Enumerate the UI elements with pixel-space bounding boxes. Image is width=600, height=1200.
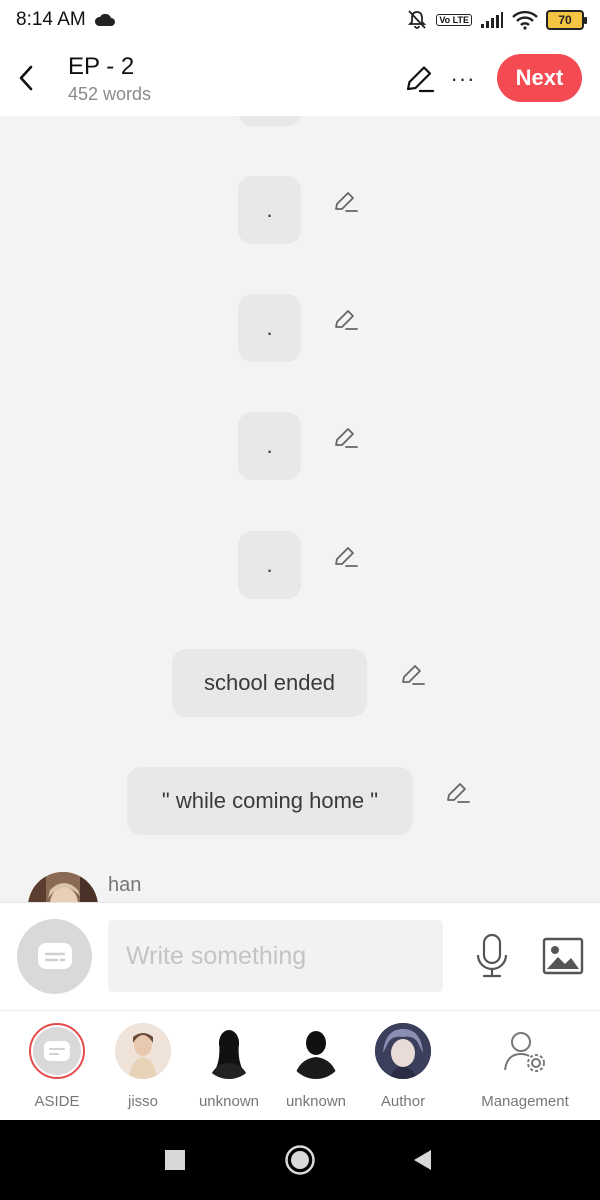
battery-icon: 70 [546,10,587,30]
chat-area[interactable]: . . . . school ended " while coming home… [0,116,600,902]
edit-message-icon[interactable] [333,306,359,332]
character-unknown-1[interactable]: unknown [189,1023,269,1110]
speaker-avatar[interactable] [28,872,98,902]
chat-bubble-icon [44,1041,70,1061]
lte-indicator: Vo LTE [436,14,472,26]
more-options-button[interactable]: ··· [448,62,478,96]
chevron-left-icon [19,65,33,91]
avatar-image [375,1023,431,1079]
battery-level: 70 [558,13,572,27]
edit-title-button[interactable] [402,62,436,96]
character-bar: ASIDE jisso unknown unknown Author Manag… [0,1010,600,1120]
edit-message-icon[interactable] [400,661,426,687]
message-bubble[interactable]: . [238,176,301,244]
silhouette-icon [294,1031,338,1079]
character-jisso[interactable]: jisso [103,1023,183,1110]
microphone-icon[interactable] [474,933,510,979]
aside-toggle-button[interactable] [17,919,92,994]
character-label: jisso [127,1093,158,1110]
user-settings-icon [504,1032,545,1072]
avatar [497,1023,553,1079]
circle-icon [285,1145,315,1175]
triangle-back-icon [414,1150,431,1170]
message-bubble[interactable]: " while coming home " [127,767,413,835]
square-icon [165,1150,185,1170]
signal-icon [481,12,503,28]
word-count: 452 words [68,83,152,104]
edit-message-icon[interactable] [333,543,359,569]
home-button[interactable] [282,1142,318,1178]
character-label: ASIDE [34,1093,80,1110]
message-input[interactable] [108,920,443,992]
avatar-image [115,1023,171,1079]
silhouette-icon [209,1030,249,1079]
status-time: 8:14 AM [16,9,86,30]
character-aside[interactable]: ASIDE [17,1023,97,1110]
edit-message-icon[interactable] [445,779,471,805]
character-author[interactable]: Author [363,1023,443,1110]
edit-message-icon[interactable] [333,188,359,214]
speaker-avatar-image [28,872,98,902]
speaker-name: han [108,874,142,896]
system-nav-bar [0,1120,600,1200]
avatar [201,1023,257,1079]
character-label: Author [380,1093,426,1110]
bell-muted-icon [408,10,427,29]
character-label: unknown [285,1093,347,1110]
character-label: Management [481,1093,569,1110]
back-button[interactable] [0,40,52,116]
back-nav-button[interactable] [404,1142,440,1178]
app-header: EP - 2 452 words ··· Next [0,40,600,116]
episode-title-block: EP - 2 452 words [68,52,151,105]
avatar [288,1023,344,1079]
cloud-icon [94,13,115,26]
message-bubble[interactable]: . [238,531,301,599]
character-unknown-2[interactable]: unknown [276,1023,356,1110]
character-management[interactable]: Management [470,1023,580,1110]
wifi-icon [512,10,538,30]
message-bubble[interactable]: school ended [172,649,367,717]
message-bubble[interactable] [238,116,301,126]
avatar [115,1023,171,1079]
avatar [375,1023,431,1079]
aside-avatar [29,1023,85,1079]
page-title: EP - 2 [68,52,135,80]
message-bubble[interactable]: . [238,412,301,480]
character-label: unknown [198,1093,260,1110]
status-bar: 8:14 AM Vo LTE 70 [0,0,600,40]
recent-apps-button[interactable] [157,1142,193,1178]
next-button[interactable]: Next [497,54,582,102]
image-icon[interactable] [542,937,584,975]
compose-bar [0,902,600,1010]
chat-bubble-icon [37,942,72,969]
edit-message-icon[interactable] [333,424,359,450]
message-bubble[interactable]: . [238,294,301,362]
